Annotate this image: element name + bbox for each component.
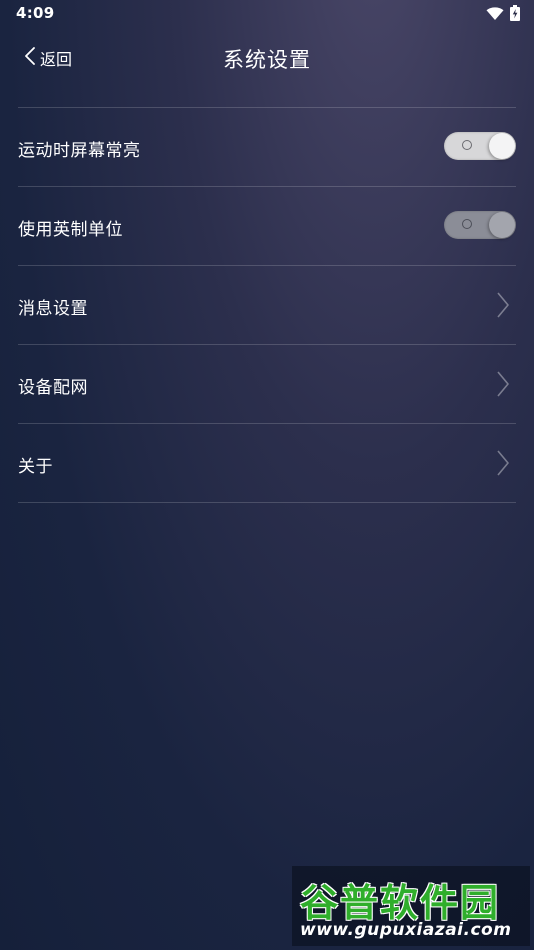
header: 返回 系统设置	[0, 28, 534, 90]
chevron-right-icon	[496, 371, 510, 401]
watermark-url: www.gupuxiazai.com	[300, 920, 512, 940]
watermark: 谷普软件园 www.gupuxiazai.com	[292, 866, 530, 946]
setting-label: 使用英制单位	[18, 220, 123, 240]
toggle-off-indicator-icon	[462, 219, 472, 229]
wifi-icon	[486, 6, 504, 25]
status-bar: 4:09	[0, 0, 534, 28]
battery-charging-icon	[510, 5, 520, 25]
settings-screen: { "status_bar": { "time": "4:09", "icons…	[0, 0, 534, 950]
imperial-units-toggle[interactable]	[444, 211, 516, 239]
setting-label: 关于	[18, 457, 53, 477]
setting-label: 消息设置	[18, 299, 88, 319]
watermark-logo: 谷普软件园	[300, 881, 501, 925]
keep-screen-on-toggle[interactable]	[444, 132, 516, 160]
toggle-knob	[489, 212, 515, 238]
setting-about[interactable]: 关于	[18, 424, 516, 503]
status-icons	[486, 5, 520, 25]
page-title: 系统设置	[223, 48, 311, 72]
settings-list: 运动时屏幕常亮 使用英制单位 消息设置 设备配网 关于	[18, 107, 516, 503]
status-time: 4:09	[16, 4, 55, 22]
setting-label: 设备配网	[18, 378, 88, 398]
setting-device-network[interactable]: 设备配网	[18, 345, 516, 424]
setting-message-settings[interactable]: 消息设置	[18, 266, 516, 345]
toggle-off-indicator-icon	[462, 140, 472, 150]
toggle-knob	[489, 133, 515, 159]
chevron-right-icon	[496, 292, 510, 322]
setting-label: 运动时屏幕常亮	[18, 141, 141, 161]
chevron-right-icon	[496, 450, 510, 480]
setting-imperial-units[interactable]: 使用英制单位	[18, 187, 516, 266]
setting-keep-screen-on[interactable]: 运动时屏幕常亮	[18, 108, 516, 187]
